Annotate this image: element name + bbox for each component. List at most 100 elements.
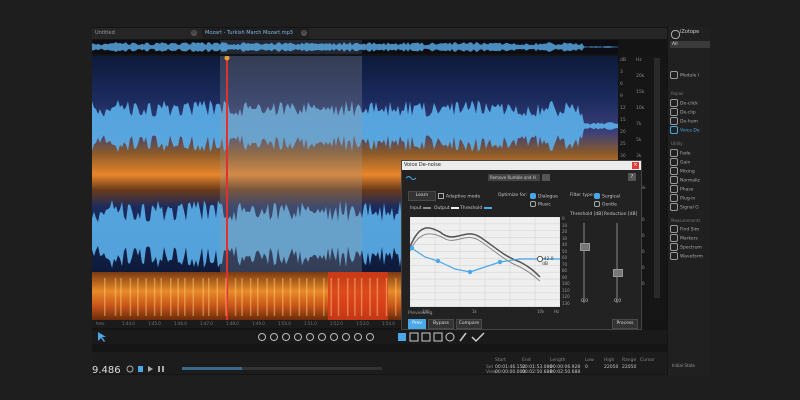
filter-surgical-radio[interactable]: Surgical xyxy=(594,193,620,200)
status-text: Previewing xyxy=(408,311,433,316)
start-label: Start xyxy=(495,358,506,363)
legend-input: Input xyxy=(410,206,432,211)
module-item[interactable]: De-click xyxy=(670,99,698,108)
legend-output: Output xyxy=(434,206,460,211)
history-status: Initial State xyxy=(672,363,695,368)
hz-scale-label: 20k xyxy=(636,74,645,79)
close-tab-icon[interactable]: × xyxy=(301,30,307,36)
module-item[interactable]: Find Sim xyxy=(670,225,699,234)
module-item-label: Module l xyxy=(680,73,700,79)
find-similar-icon xyxy=(670,225,678,233)
dialog-titlebar[interactable]: Voice De-noise × xyxy=(402,161,641,170)
db-scale-label: 15 xyxy=(620,118,626,123)
preset-menu-icon[interactable] xyxy=(542,174,550,181)
opt-dialogue-radio[interactable]: Dialogue xyxy=(530,193,558,200)
module-item[interactable]: De-hum xyxy=(670,117,698,126)
module-item[interactable]: Signal G xyxy=(670,203,699,212)
opt-music-radio[interactable]: Music xyxy=(530,201,551,208)
harmonic-stripe xyxy=(322,278,325,316)
module-item[interactable]: Markers xyxy=(670,234,698,243)
scale-scrollbar[interactable] xyxy=(654,58,660,298)
filter-gentle-radio[interactable]: Gentle xyxy=(594,201,617,208)
graph-svg xyxy=(409,216,561,307)
ruler-tick-label: 1:49.0 xyxy=(252,321,265,326)
legend-output-label: Output xyxy=(434,206,450,211)
noise-profile-graph[interactable]: -42.0 dB xyxy=(409,216,561,307)
sel-range[interactable]: 22050 xyxy=(622,365,636,370)
threshold-slider-track[interactable] xyxy=(583,223,585,303)
view-end: 00:02:50.688 xyxy=(522,370,553,375)
threshold-slider[interactable] xyxy=(580,243,590,251)
preset-dropdown[interactable]: Remove Rumble and H xyxy=(488,174,540,181)
legend-threshold-label: Threshold xyxy=(460,206,483,211)
zoom-time-icon[interactable] xyxy=(318,333,326,341)
harmonic-stripe xyxy=(249,278,252,316)
module-item[interactable]: Fade xyxy=(670,149,691,158)
module-list-icon xyxy=(670,71,678,79)
preview-button[interactable]: Prev xyxy=(408,319,426,329)
module-item[interactable]: Waveform xyxy=(670,252,703,261)
overview-waveform[interactable] xyxy=(92,40,618,54)
module-item[interactable]: Normaliz xyxy=(670,176,700,185)
harmonic-stripe xyxy=(337,278,340,316)
hz-scale-label: 7k xyxy=(636,122,642,127)
tab-untitled[interactable]: Untitled xyxy=(92,28,199,39)
zoom-out-icon[interactable] xyxy=(282,333,290,341)
module-filter-all[interactable]: All xyxy=(670,41,710,48)
close-tab-icon[interactable]: × xyxy=(191,30,197,36)
tab-mozart[interactable]: Mozart - Turkish March Mozart.mp3 xyxy=(202,28,309,39)
module-item[interactable]: Phase xyxy=(670,185,693,194)
zoom-selection-icon[interactable] xyxy=(306,333,314,341)
voice-denoise-dialog: Voice De-noise × Remove Rumble and H ? L… xyxy=(401,160,642,330)
graph-y-label: 70 xyxy=(562,261,568,267)
module-item[interactable]: Plug-in xyxy=(670,194,695,203)
db-scale-label: 20 xyxy=(620,130,626,135)
module-item[interactable]: Voice De xyxy=(670,126,700,135)
section-measurements: Measurements xyxy=(671,218,701,223)
transport-svg xyxy=(126,365,382,373)
ruler-tick-label: 1:51.0 xyxy=(304,321,317,326)
sel-low[interactable]: 0 xyxy=(585,365,588,370)
zoom-in-icon[interactable] xyxy=(270,333,278,341)
module-item[interactable]: Module l xyxy=(670,71,699,80)
learn-button[interactable]: Learn xyxy=(408,191,436,201)
hz-scale-label: 3k xyxy=(636,154,642,159)
sel-high[interactable]: 22050 xyxy=(604,365,618,370)
tool-row xyxy=(92,330,667,344)
selection-tool-icon xyxy=(398,333,406,341)
scrub-icon[interactable] xyxy=(366,333,374,341)
legend-threshold: Threshold xyxy=(460,206,492,211)
harmonic-stripe xyxy=(208,278,210,316)
module-item[interactable]: De-clip xyxy=(670,108,696,117)
zoom-fit-icon[interactable] xyxy=(294,333,302,341)
reduction-slider[interactable] xyxy=(613,269,623,277)
zoom-freq-icon[interactable] xyxy=(330,333,338,341)
db-scale-label: 30 xyxy=(620,154,626,159)
loop-icon[interactable] xyxy=(342,333,350,341)
dialog-title: Voice De-noise xyxy=(404,162,441,168)
module-item[interactable]: Spectrum xyxy=(670,243,702,252)
snap-icon[interactable] xyxy=(354,333,362,341)
harmonic-stripe xyxy=(137,278,139,316)
secondary-timeline[interactable] xyxy=(92,344,667,350)
spectrum-icon xyxy=(670,243,678,251)
help-button[interactable]: ? xyxy=(628,173,636,181)
adaptive-mode-checkbox[interactable]: Adaptive mode xyxy=(438,193,480,200)
threshold-value: 0.0 xyxy=(581,299,589,304)
module-item-label: Voice De xyxy=(680,128,700,134)
timecode-display: 9.486 xyxy=(92,365,121,376)
ruler-tick-label: 1:47.0 xyxy=(200,321,213,326)
harmonic-stripe xyxy=(114,278,117,316)
reduction-slider-track[interactable] xyxy=(616,223,618,303)
hand-icon[interactable] xyxy=(258,333,266,341)
module-item[interactable]: Gain xyxy=(670,158,690,167)
module-item[interactable]: Mixing xyxy=(670,167,695,176)
graph-y-label: 30 xyxy=(562,235,568,241)
filter-surgical-label: Surgical xyxy=(602,194,621,200)
module-logo-icon xyxy=(405,175,417,181)
close-icon[interactable]: × xyxy=(632,162,639,169)
compare-button[interactable]: Compare xyxy=(456,319,482,329)
bypass-button[interactable]: Bypass xyxy=(428,319,454,329)
process-button[interactable]: Process xyxy=(612,319,638,329)
ruler-tick-label: 1:46.0 xyxy=(174,321,187,326)
